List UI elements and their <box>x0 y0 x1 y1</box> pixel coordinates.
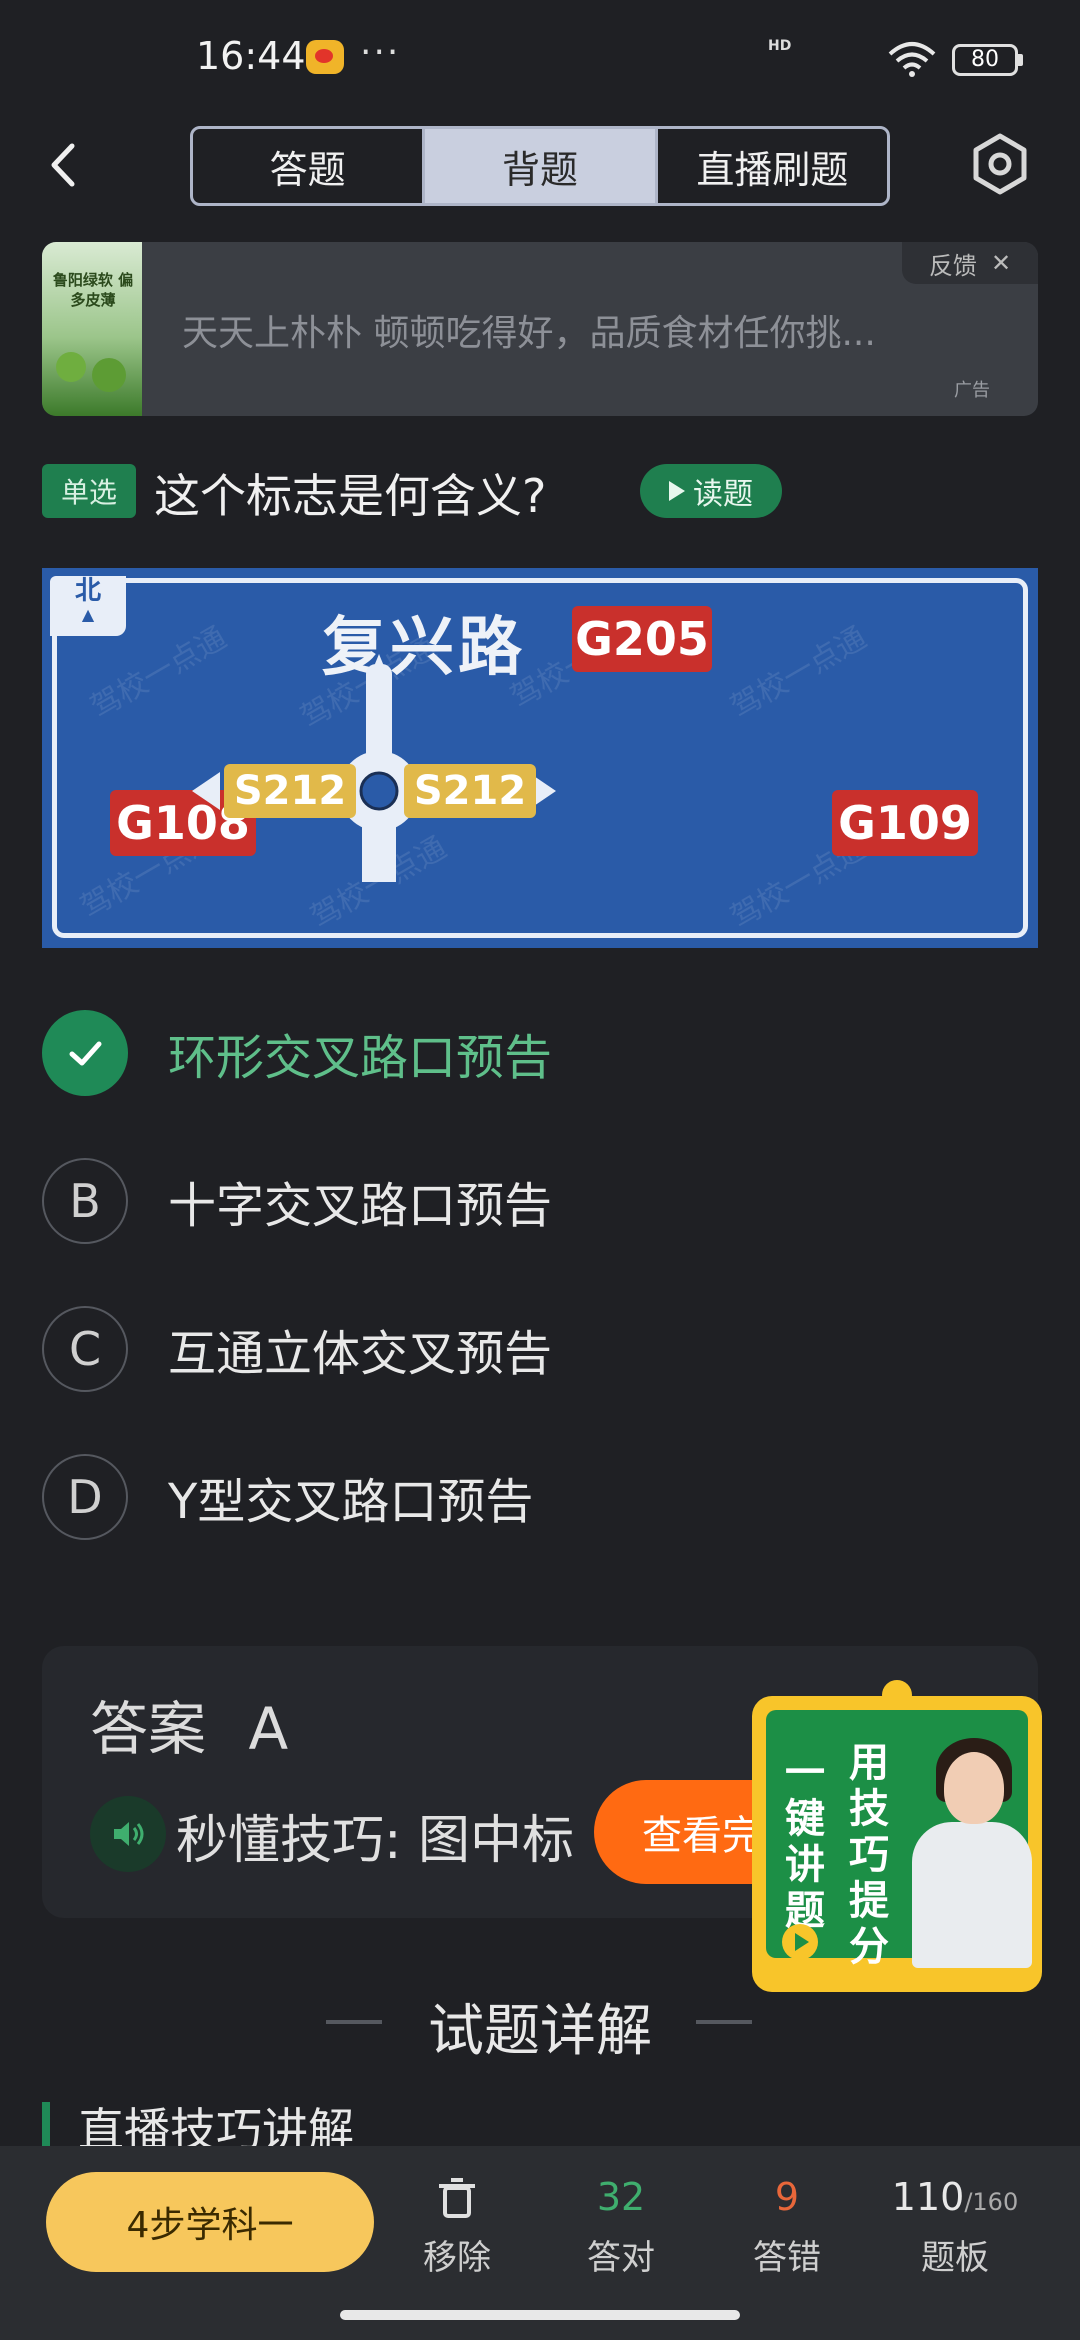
battery-tip <box>1018 54 1023 66</box>
tab-answer[interactable]: 答题 <box>193 129 422 203</box>
play-icon <box>782 1924 818 1960</box>
tab-live-practice[interactable]: 直播刷题 <box>654 129 887 203</box>
ad-feedback-label: 反馈 <box>928 251 977 280</box>
four-step-study-button[interactable]: 4步学科一 <box>46 2172 374 2272</box>
tip-text: 秒懂技巧: 图中标 <box>176 1811 575 1871</box>
option-d[interactable]: D Y型交叉路口预告 <box>42 1454 942 1540</box>
correct-label: 答对 <box>587 2238 655 2278</box>
read-question-button[interactable]: 读题 <box>640 464 782 518</box>
battery-icon: 80 <box>952 44 1018 76</box>
option-a-text: 环形交叉路口预告 <box>168 1030 553 1086</box>
board-total: /160 <box>964 2188 1019 2216</box>
close-icon[interactable]: ✕ <box>991 249 1011 277</box>
ad-thumbnail-text: 鲁阳绿软 偏多皮薄 <box>52 271 134 309</box>
presenter-face <box>944 1752 1004 1824</box>
correct-count: 32 <box>596 2175 646 2219</box>
promo-lecture-widget[interactable]: 一键讲题 用技巧提分 <box>752 1680 1042 1992</box>
ad-thumbnail-fruit <box>56 352 86 382</box>
home-indicator[interactable] <box>340 2310 740 2320</box>
section-marker <box>42 2102 50 2146</box>
promo-text-one-click: 一键讲题 <box>785 1750 825 1934</box>
wifi-icon <box>888 42 936 77</box>
tab-memorize[interactable]: 背题 <box>422 129 655 203</box>
ad-banner[interactable]: 鲁阳绿软 偏多皮薄 天天上朴朴 顿顿吃得好，品质食材任你挑... 反馈 ✕ 广告 <box>42 242 1038 416</box>
board-count: 110 <box>891 2175 965 2219</box>
option-c-mark: C <box>42 1306 128 1392</box>
ad-feedback-button[interactable]: 反馈 ✕ <box>902 242 1038 284</box>
question-type-badge: 单选 <box>42 464 136 518</box>
road-sign-image: 驾校一点通 驾校一点通 驾校一点通 驾校一点通 驾校一点通 驾校一点通 驾校一点… <box>42 568 1038 948</box>
correct-count-button[interactable]: 32 答对 <box>546 2172 696 2279</box>
option-d-mark: D <box>42 1454 128 1540</box>
wrong-label: 答错 <box>753 2238 821 2278</box>
settings-icon[interactable] <box>968 132 1032 196</box>
answer-prefix: 答案 <box>90 1695 207 1763</box>
route-inner-right: S212 <box>404 764 536 818</box>
option-d-text: Y型交叉路口预告 <box>168 1474 534 1530</box>
ad-tag: 广告 <box>954 380 990 401</box>
read-question-label: 读题 <box>693 477 753 512</box>
option-c-text: 互通立体交叉预告 <box>168 1326 553 1382</box>
mode-tabs: 答题 背题 直播刷题 <box>190 126 890 206</box>
trash-icon <box>382 2172 532 2222</box>
question-text: 这个标志是何含义? <box>154 469 547 523</box>
check-icon <box>42 1010 128 1096</box>
option-b-mark: B <box>42 1158 128 1244</box>
back-icon[interactable] <box>40 140 90 190</box>
wrong-count: 9 <box>774 2175 800 2219</box>
answer-value: A <box>248 1695 289 1763</box>
ad-thumbnail: 鲁阳绿软 偏多皮薄 <box>42 242 142 416</box>
question-board-button[interactable]: 110/160 题板 <box>880 2172 1030 2279</box>
status-time: 16:44 <box>196 34 306 78</box>
option-c[interactable]: C 互通立体交叉预告 <box>42 1306 942 1392</box>
more-notifications-icon: ··· <box>360 32 401 73</box>
remove-button[interactable]: 移除 <box>382 2172 532 2279</box>
board-label: 题板 <box>921 2238 989 2278</box>
board-progress: 110/160 <box>880 2172 1030 2222</box>
option-a[interactable]: 环形交叉路口预告 <box>42 1010 942 1096</box>
option-b[interactable]: B 十字交叉路口预告 <box>42 1158 942 1244</box>
presenter-avatar <box>912 1822 1032 1968</box>
hd-signal-label: HD <box>768 38 792 54</box>
option-b-text: 十字交叉路口预告 <box>168 1178 553 1234</box>
ad-text: 天天上朴朴 顿顿吃得好，品质食材任你挑... <box>182 313 876 354</box>
play-icon <box>669 481 685 501</box>
answer-label: 答案 A <box>90 1682 288 1766</box>
wrong-count-button[interactable]: 9 答错 <box>712 2172 862 2279</box>
speaker-icon[interactable] <box>90 1796 166 1872</box>
weibo-icon <box>306 40 344 74</box>
promo-text-skill: 用技巧提分 <box>849 1740 889 1970</box>
detail-title: 试题详解 <box>428 1999 652 2064</box>
route-inner-left: S212 <box>224 764 356 818</box>
remove-label: 移除 <box>423 2238 491 2278</box>
ad-thumbnail-fruit <box>92 358 126 392</box>
roundabout-diagram <box>192 654 556 882</box>
